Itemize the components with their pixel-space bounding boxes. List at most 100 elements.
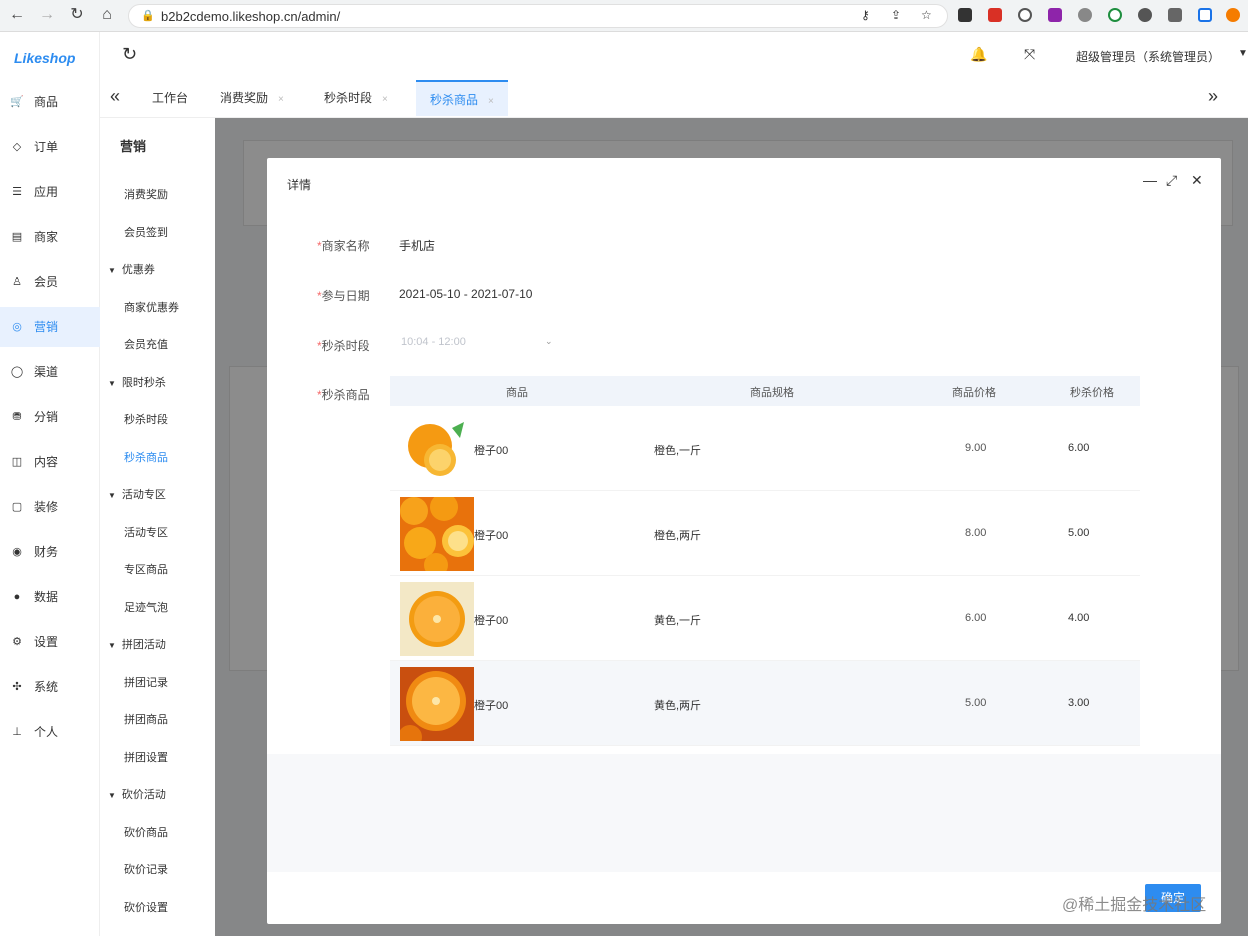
share-icon[interactable]: ⇪ [891,8,901,22]
star-icon[interactable]: ☆ [921,8,932,22]
refresh-icon[interactable]: ↻ [122,44,137,65]
close-icon[interactable]: × [382,94,388,105]
double-chevron-left-icon[interactable]: « [110,86,120,107]
rail-item[interactable]: ♙ 会员 [0,262,100,302]
submenu-item[interactable]: 砍价商品 [124,824,168,840]
rail-item[interactable]: ⚙ 设置 [0,622,100,662]
close-icon[interactable]: × [278,94,284,105]
submenu-item[interactable]: 砍价设置 [124,899,168,915]
table-header: 商品 商品规格 商品价格 秒杀价格 [390,376,1140,406]
extension-icon[interactable] [1108,8,1122,22]
app-logo: Likeshop [14,50,76,66]
rail-item[interactable]: ▢ 装修 [0,487,100,527]
menu-icon: ✣ [12,681,22,693]
rail-item[interactable]: ☰ 应用 [0,172,100,212]
profile-avatar[interactable] [1226,8,1240,22]
menu-icon: ● [13,591,21,603]
submenu-item[interactable]: 活动专区 [124,524,168,540]
rail-item-label: 设置 [34,635,59,649]
product-name: 橙子00 [474,530,509,542]
rail-item[interactable]: 🛒 商品 [0,82,100,122]
submenu-title: 营销 [120,139,147,154]
menu-icon: ▤ [11,231,23,243]
product-price: 5.00 [965,697,987,709]
puzzle-icon[interactable] [1168,8,1182,22]
sidepanel-icon[interactable] [1198,8,1212,22]
forward-icon[interactable]: → [36,4,58,26]
submenu-item[interactable]: 秒杀商品 [124,449,168,465]
rail-item[interactable]: ◇ 订单 [0,127,100,167]
submenu-group[interactable]: ▼ 拼团活动 [108,636,166,652]
rail-item-label: 内容 [34,455,59,469]
chevron-down-icon[interactable]: ▼ [1238,48,1248,59]
rail-item[interactable]: ◯ 渠道 [0,352,100,392]
tab-seckill-period[interactable]: 秒杀时段 × [324,80,388,116]
tab-seckill-goods[interactable]: 秒杀商品 × [416,80,508,116]
submenu-item[interactable]: 会员签到 [124,224,168,240]
extension-icon[interactable] [1078,8,1092,22]
submenu-item[interactable]: 秒杀时段 [124,411,168,427]
fullscreen-icon[interactable]: ⤧ [1024,46,1035,63]
submenu-group-label: 砍价活动 [121,789,166,801]
extension-icon[interactable] [1138,8,1152,22]
submenu-item[interactable]: 拼团设置 [124,749,168,765]
submenu-group[interactable]: ▼ 砍价活动 [108,786,166,802]
rail-item[interactable]: ◫ 内容 [0,442,100,482]
rail-item-label: 应用 [34,185,59,199]
close-icon[interactable]: × [488,96,494,107]
shop-name-label: *商家名称 [317,239,370,253]
product-image [400,582,474,656]
rail-item[interactable]: ◉ 财务 [0,532,100,572]
rail-item-label: 数据 [34,590,59,604]
reload-icon[interactable]: ↻ [66,4,88,26]
bell-icon[interactable]: 🔔 [970,46,987,63]
home-icon[interactable]: ⌂ [96,4,118,26]
submenu-item[interactable]: 消费奖励 [124,186,168,202]
key-icon[interactable]: ⚷ [861,8,870,22]
submenu-group[interactable]: ▼ 限时秒杀 [108,374,166,390]
extension-icon[interactable] [988,8,1002,22]
submenu-item[interactable]: 专区商品 [124,561,168,577]
seckill-price: 5.00 [1068,527,1090,539]
product-name: 橙子00 [474,445,509,457]
rail-item[interactable]: ⊥ 个人 [0,712,100,752]
submenu-item[interactable]: 商家优惠券 [124,299,179,315]
rail-item-label: 订单 [34,140,59,154]
seckill-price: 3.00 [1068,697,1090,709]
rail-item-label: 商家 [34,230,59,244]
period-select[interactable]: 10:04 - 12:00 ⌄ [395,331,559,355]
submenu-item[interactable]: 足迹气泡 [124,599,168,615]
submenu-group[interactable]: ▼ 优惠券 [108,261,155,277]
submenu-item[interactable]: 拼团商品 [124,711,168,727]
tab-workbench[interactable]: 工作台 [152,80,188,116]
chevron-down-icon: ▼ [108,378,116,388]
submenu-item[interactable]: 砍价记录 [124,861,168,877]
extension-icon[interactable] [958,8,972,22]
tab-consume-reward[interactable]: 消费奖励 × [220,80,284,116]
minimize-icon[interactable]: — [1143,172,1157,188]
submenu-item[interactable]: 会员充值 [124,336,168,352]
close-icon[interactable]: ✕ [1191,172,1203,189]
watermark: @稀土掘金技术社区 [1062,897,1207,914]
rail-item[interactable]: ⛃ 分销 [0,397,100,437]
address-bar[interactable]: 🔒 b2b2cdemo.likeshop.cn/admin/ ⚷ ⇪ ☆ [128,4,948,28]
submenu-item[interactable]: 拼团记录 [124,674,168,690]
seckill-goods-table: 商品 商品规格 商品价格 秒杀价格 橙子00 橙色,一斤 9.00 6.00 橙子00 橙… [390,376,1140,746]
rail-item[interactable]: ● 数据 [0,577,100,617]
tab-label: 工作台 [152,91,189,105]
period-label: *秒杀时段 [317,339,370,353]
extension-icon[interactable] [1018,8,1032,22]
col-header: 商品 [506,387,528,399]
back-icon[interactable]: ← [6,4,28,26]
submenu-group[interactable]: ▼ 活动专区 [108,486,166,502]
extension-icon[interactable] [1048,8,1062,22]
submenu-group-label: 限时秒杀 [121,376,166,389]
rail-item[interactable]: ✣ 系统 [0,667,100,707]
user-name[interactable]: 超级管理员（系统管理员） [1076,48,1220,65]
rail-item[interactable]: ▤ 商家 [0,217,100,257]
double-chevron-right-icon[interactable]: » [1208,86,1218,107]
table-row: 橙子00 橙色,一斤 9.00 6.00 [390,406,1140,491]
maximize-icon[interactable]: ⤢ [1166,172,1177,189]
rail-item[interactable]: ◎ 营销 [0,307,100,347]
seckill-price: 4.00 [1068,612,1090,624]
